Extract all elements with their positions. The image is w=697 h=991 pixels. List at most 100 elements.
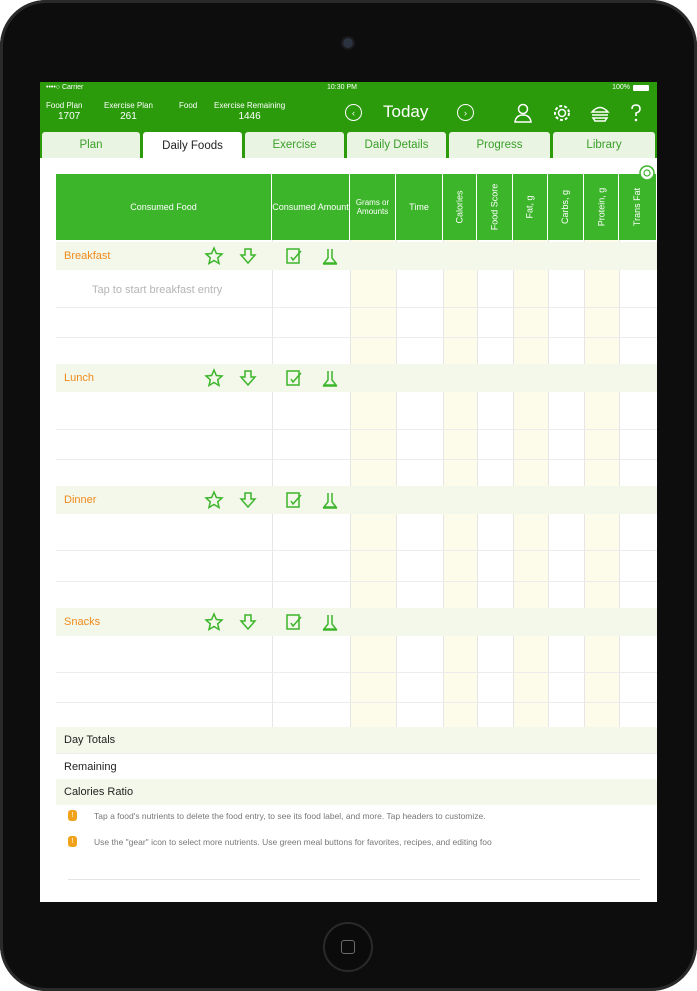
- remaining-label: Remaining: [64, 761, 117, 773]
- col-shade: [584, 240, 619, 730]
- meal-label: Breakfast: [64, 250, 111, 262]
- footer-divider: [68, 879, 640, 880]
- row-divider: [56, 459, 657, 460]
- col-divider: [513, 240, 514, 730]
- col-trans-fat-label: Trans Fat: [632, 187, 643, 227]
- battery-percent: 100%: [612, 84, 630, 91]
- download-arrow-icon[interactable]: [238, 490, 258, 510]
- stat-food-plan: Food Plan 1707: [46, 101, 82, 122]
- stat-label: Food Plan: [46, 101, 83, 110]
- app-screen: ••••○ Carrier 10:30 PM 100% Food Plan 17…: [40, 82, 657, 902]
- battery-status: 100%: [612, 84, 649, 91]
- gear-icon[interactable]: [551, 102, 573, 124]
- prev-day-icon[interactable]: ‹: [345, 104, 362, 121]
- page-title: Today: [383, 102, 429, 121]
- clock: 10:30 PM: [327, 84, 357, 91]
- edit-note-icon[interactable]: [284, 368, 304, 388]
- stat-value: 1707: [58, 111, 81, 122]
- col-protein-label: Protein, g: [596, 187, 606, 227]
- tab-daily-foods[interactable]: Daily Foods: [143, 132, 242, 159]
- download-arrow-icon[interactable]: [238, 612, 258, 632]
- recipe-icon[interactable]: [320, 368, 340, 388]
- day-totals-row[interactable]: Day Totals: [56, 727, 657, 753]
- col-food-score[interactable]: Food Score: [477, 174, 513, 240]
- remaining-row[interactable]: Remaining: [56, 753, 657, 779]
- col-food-score-label: Food Score: [489, 183, 500, 231]
- download-arrow-icon[interactable]: [238, 368, 258, 388]
- col-divider: [548, 240, 549, 730]
- meal-label: Lunch: [64, 372, 94, 384]
- add-column-icon[interactable]: [638, 164, 656, 182]
- next-day-icon[interactable]: ›: [457, 104, 474, 121]
- carrier-status: ••••○ Carrier: [46, 84, 84, 91]
- lightbulb-icon: !: [68, 810, 77, 821]
- stat-label: Food: [179, 101, 198, 110]
- col-carbs[interactable]: Carbs, g: [548, 174, 584, 240]
- help-icon[interactable]: [625, 102, 647, 124]
- download-arrow-icon[interactable]: [238, 246, 258, 266]
- stat-label: Exercise Remaining: [214, 101, 286, 110]
- meal-row-breakfast[interactable]: Breakfast: [56, 242, 657, 270]
- col-shade: [443, 240, 477, 730]
- col-divider: [396, 240, 397, 730]
- tab-daily-details[interactable]: Daily Details: [347, 132, 446, 158]
- col-divider: [272, 240, 273, 730]
- profile-icon[interactable]: [512, 102, 534, 124]
- row-divider: [56, 337, 657, 338]
- tab-plan[interactable]: Plan: [42, 132, 140, 158]
- calories-ratio-row[interactable]: Calories Ratio: [56, 779, 657, 805]
- breakfast-entry-placeholder[interactable]: Tap to start breakfast entry: [92, 284, 222, 296]
- home-square-icon: [341, 940, 355, 954]
- star-icon[interactable]: [204, 490, 224, 510]
- col-grams-amounts[interactable]: Grams or Amounts: [350, 174, 396, 240]
- food-table: Consumed Food Consumed Amount Grams or A…: [56, 165, 657, 734]
- edit-note-icon[interactable]: [284, 246, 304, 266]
- ipad-frame: ••••○ Carrier 10:30 PM 100% Food Plan 17…: [0, 0, 697, 991]
- stat-label: Exercise Plan: [104, 101, 153, 110]
- tab-exercise[interactable]: Exercise: [245, 132, 344, 158]
- col-trans-fat[interactable]: Trans Fat: [619, 174, 657, 240]
- camera: [343, 38, 353, 48]
- food-icon[interactable]: [589, 102, 611, 124]
- star-icon[interactable]: [204, 246, 224, 266]
- col-calories-label: Calories: [454, 190, 465, 224]
- home-button[interactable]: [323, 922, 373, 972]
- col-divider: [443, 240, 444, 730]
- recipe-icon[interactable]: [320, 612, 340, 632]
- col-protein[interactable]: Protein, g: [584, 174, 619, 240]
- tab-progress[interactable]: Progress: [449, 132, 550, 158]
- recipe-icon[interactable]: [320, 246, 340, 266]
- tab-bar: Plan Daily Foods Exercise Daily Details …: [40, 132, 657, 159]
- edit-note-icon[interactable]: [284, 612, 304, 632]
- meal-label: Snacks: [64, 616, 101, 628]
- col-divider: [619, 240, 620, 730]
- lightbulb-icon: !: [68, 836, 77, 847]
- col-fat-label: Fat, g: [524, 195, 535, 219]
- stat-exercise-remaining: Exercise Remaining 1446: [214, 101, 285, 122]
- tip-text: Use the "gear" icon to select more nutri…: [94, 837, 492, 847]
- stat-food: Food: [179, 101, 197, 111]
- recipe-icon[interactable]: [320, 490, 340, 510]
- row-divider: [56, 702, 657, 703]
- tip-text: Tap a food's nutrients to delete the foo…: [94, 811, 486, 821]
- stat-value: 1446: [238, 111, 261, 122]
- col-calories[interactable]: Calories: [443, 174, 477, 240]
- star-icon[interactable]: [204, 612, 224, 632]
- col-time[interactable]: Time: [396, 174, 443, 240]
- col-carbs-label: Carbs, g: [560, 189, 571, 225]
- meal-row-lunch[interactable]: Lunch: [56, 364, 657, 392]
- col-fat[interactable]: Fat, g: [513, 174, 548, 240]
- row-divider: [56, 307, 657, 308]
- edit-note-icon[interactable]: [284, 490, 304, 510]
- meal-row-dinner[interactable]: Dinner: [56, 486, 657, 514]
- col-shade: [513, 240, 548, 730]
- top-bar: ••••○ Carrier 10:30 PM 100% Food Plan 17…: [40, 82, 657, 132]
- col-consumed-amount[interactable]: Consumed Amount: [272, 174, 350, 240]
- col-divider: [584, 240, 585, 730]
- col-shade: [350, 240, 396, 730]
- col-consumed-food[interactable]: Consumed Food: [56, 174, 272, 240]
- day-totals-label: Day Totals: [64, 734, 116, 746]
- meal-row-snacks[interactable]: Snacks: [56, 608, 657, 636]
- tab-library[interactable]: Library: [553, 132, 655, 158]
- star-icon[interactable]: [204, 368, 224, 388]
